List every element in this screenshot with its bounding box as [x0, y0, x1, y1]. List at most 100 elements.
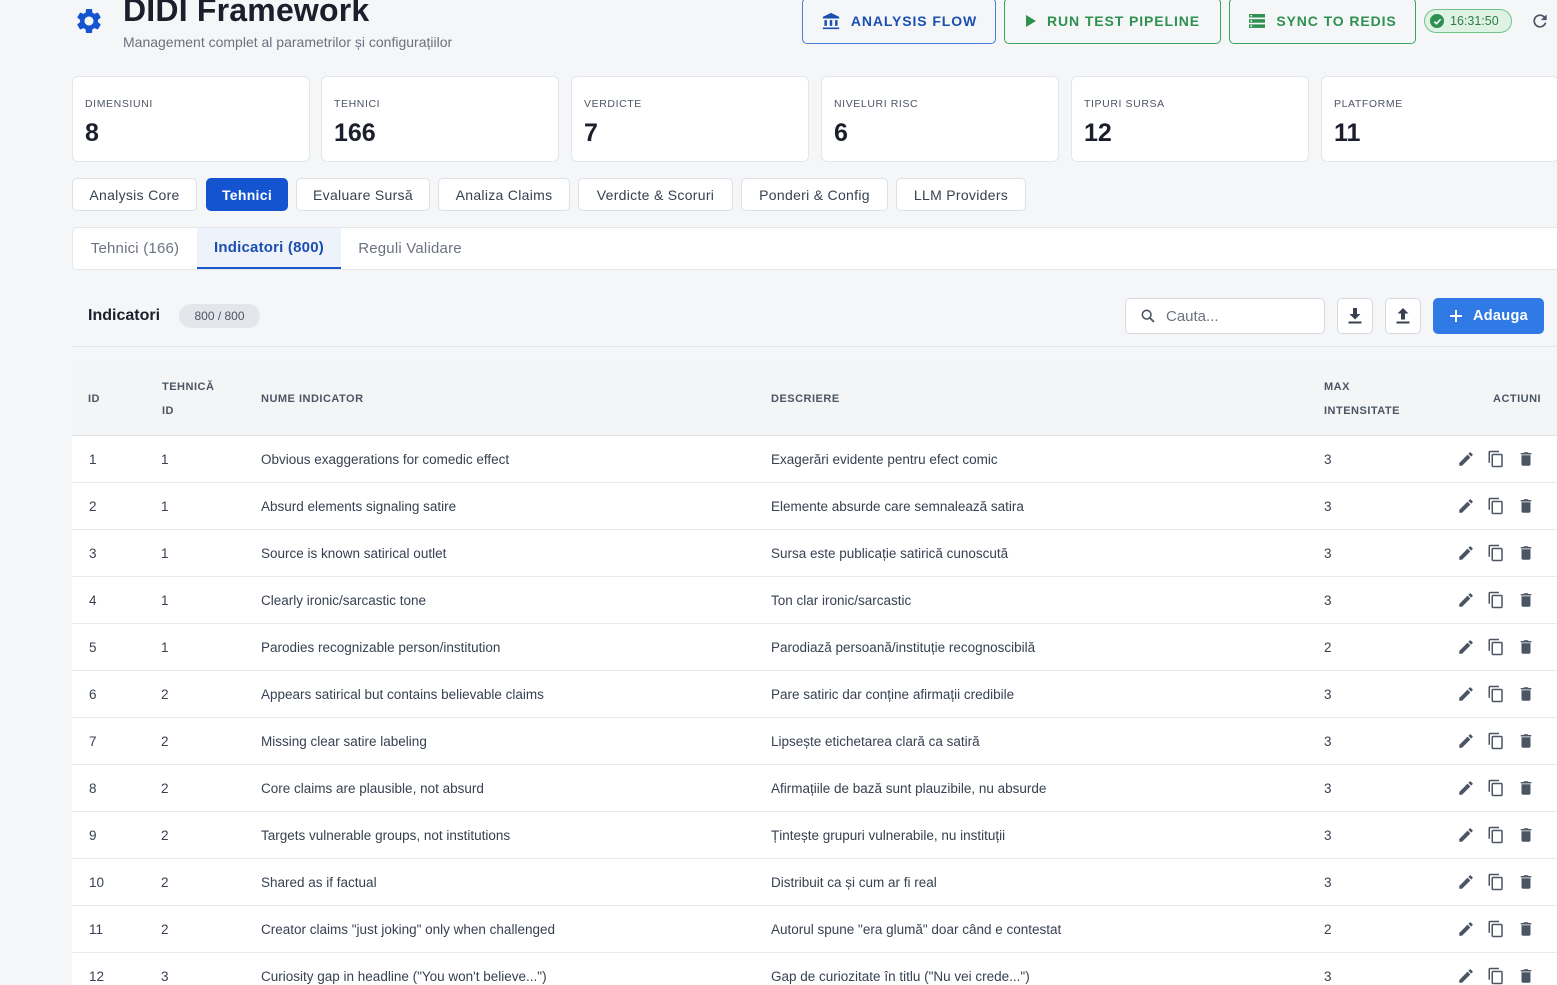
trash-icon[interactable]	[1517, 638, 1535, 656]
trash-icon[interactable]	[1517, 826, 1535, 844]
table-row[interactable]: 8 2 Core claims are plausible, not absur…	[72, 765, 1557, 812]
tab-evaluare-sursa[interactable]: Evaluare Sursă	[296, 178, 430, 211]
tab-analysis-core[interactable]: Analysis Core	[72, 178, 197, 211]
pencil-icon[interactable]	[1457, 450, 1475, 468]
cell-id: 1	[89, 452, 97, 467]
pencil-icon[interactable]	[1457, 544, 1475, 562]
copy-icon[interactable]	[1487, 497, 1505, 515]
copy-icon[interactable]	[1487, 779, 1505, 797]
pencil-icon[interactable]	[1457, 685, 1475, 703]
upload-button[interactable]	[1385, 298, 1421, 334]
table-row[interactable]: 5 1 Parodies recognizable person/institu…	[72, 624, 1557, 671]
stat-value: 166	[334, 119, 376, 147]
row-actions	[1457, 638, 1535, 656]
table-row[interactable]: 4 1 Clearly ironic/sarcastic tone Ton cl…	[72, 577, 1557, 624]
table-row[interactable]: 7 2 Missing clear satire labeling Lipseș…	[72, 718, 1557, 765]
tab-verdicte-scoruri[interactable]: Verdicte & Scoruri	[578, 178, 733, 211]
copy-icon[interactable]	[1487, 685, 1505, 703]
cell-descriere: Distribuit ca și cum ar fi real	[771, 875, 937, 890]
copy-icon[interactable]	[1487, 826, 1505, 844]
pencil-icon[interactable]	[1457, 497, 1475, 515]
cell-max-intensitate: 3	[1324, 875, 1332, 890]
stat-card-tehnici: TEHNICI 166	[321, 76, 559, 162]
stat-label: TIPURI SURSA	[1084, 98, 1165, 110]
cell-descriere: Sursa este publicație satirică cunoscută	[771, 546, 1009, 561]
copy-icon[interactable]	[1487, 591, 1505, 609]
trash-icon[interactable]	[1517, 497, 1535, 515]
copy-icon[interactable]	[1487, 544, 1505, 562]
tab-analiza-claims[interactable]: Analiza Claims	[438, 178, 570, 211]
cell-id: 5	[89, 640, 97, 655]
download-button[interactable]	[1337, 298, 1373, 334]
column-header-max-intensitate[interactable]: MAX INTENSITATE	[1324, 375, 1400, 423]
trash-icon[interactable]	[1517, 732, 1535, 750]
pencil-icon[interactable]	[1457, 732, 1475, 750]
trash-icon[interactable]	[1517, 450, 1535, 468]
column-header-id[interactable]: ID	[88, 387, 100, 411]
sync-to-redis-button[interactable]: SYNC TO REDIS	[1229, 0, 1416, 44]
table-row[interactable]: 11 2 Creator claims "just joking" only w…	[72, 906, 1557, 953]
cell-max-intensitate: 3	[1324, 734, 1332, 749]
table-header: ID TEHNICĂ ID NUME INDICATOR DESCRIERE M…	[72, 363, 1557, 436]
copy-icon[interactable]	[1487, 967, 1505, 985]
refresh-icon[interactable]	[1530, 11, 1550, 31]
copy-icon[interactable]	[1487, 638, 1505, 656]
trash-icon[interactable]	[1517, 591, 1535, 609]
run-test-pipeline-button[interactable]: RUN TEST PIPELINE	[1004, 0, 1221, 44]
pencil-icon[interactable]	[1457, 638, 1475, 656]
stat-card-dimensiuni: DIMENSIUNI 8	[72, 76, 310, 162]
row-actions	[1457, 450, 1535, 468]
trash-icon[interactable]	[1517, 873, 1535, 891]
pencil-icon[interactable]	[1457, 967, 1475, 985]
cell-nume-indicator: Curiosity gap in headline ("You won't be…	[261, 969, 547, 984]
run-test-pipeline-label: RUN TEST PIPELINE	[1047, 13, 1200, 29]
subtab-reguli-validare[interactable]: Reguli Validare	[341, 228, 479, 269]
table-row[interactable]: 1 1 Obvious exaggerations for comedic ef…	[72, 436, 1557, 483]
cell-tehnica-id: 2	[161, 687, 169, 702]
pencil-icon[interactable]	[1457, 826, 1475, 844]
cell-id: 8	[89, 781, 97, 796]
trash-icon[interactable]	[1517, 544, 1535, 562]
column-header-nume[interactable]: NUME INDICATOR	[261, 387, 364, 411]
pencil-icon[interactable]	[1457, 591, 1475, 609]
copy-icon[interactable]	[1487, 732, 1505, 750]
pencil-icon[interactable]	[1457, 920, 1475, 938]
cell-nume-indicator: Creator claims "just joking" only when c…	[261, 922, 555, 937]
search-input[interactable]	[1166, 307, 1316, 325]
stat-card-tipuri-sursa: TIPURI SURSA 12	[1071, 76, 1309, 162]
cell-descriere: Autorul spune "era glumă" doar când e co…	[771, 922, 1062, 937]
table-row[interactable]: 10 2 Shared as if factual Distribuit ca …	[72, 859, 1557, 906]
cell-descriere: Exagerări evidente pentru efect comic	[771, 452, 998, 467]
tab-ponderi-config[interactable]: Ponderi & Config	[741, 178, 888, 211]
copy-icon[interactable]	[1487, 450, 1505, 468]
table-row[interactable]: 12 3 Curiosity gap in headline ("You won…	[72, 953, 1557, 985]
cell-id: 3	[89, 546, 97, 561]
cell-descriere: Gap de curiozitate în titlu ("Nu vei cre…	[771, 969, 1030, 984]
table-row[interactable]: 6 2 Appears satirical but contains belie…	[72, 671, 1557, 718]
table-row[interactable]: 9 2 Targets vulnerable groups, not insti…	[72, 812, 1557, 859]
column-header-tehnica[interactable]: TEHNICĂ ID	[162, 375, 214, 423]
analysis-flow-button[interactable]: ANALYSIS FLOW	[802, 0, 996, 44]
cell-nume-indicator: Absurd elements signaling satire	[261, 499, 457, 514]
table-row[interactable]: 3 1 Source is known satirical outlet Sur…	[72, 530, 1557, 577]
pencil-icon[interactable]	[1457, 873, 1475, 891]
pencil-icon[interactable]	[1457, 779, 1475, 797]
column-header-descriere[interactable]: DESCRIERE	[771, 387, 840, 411]
tab-tehnici[interactable]: Tehnici	[206, 178, 288, 211]
copy-icon[interactable]	[1487, 920, 1505, 938]
stat-label: DIMENSIUNI	[85, 98, 153, 110]
trash-icon[interactable]	[1517, 685, 1535, 703]
tab-llm-providers[interactable]: LLM Providers	[896, 178, 1026, 211]
cell-id: 11	[89, 922, 104, 937]
cell-nume-indicator: Shared as if factual	[261, 875, 377, 890]
trash-icon[interactable]	[1517, 779, 1535, 797]
subtab-indicatori[interactable]: Indicatori (800)	[197, 228, 341, 269]
stat-value: 12	[1084, 119, 1112, 147]
copy-icon[interactable]	[1487, 873, 1505, 891]
table-row[interactable]: 2 1 Absurd elements signaling satire Ele…	[72, 483, 1557, 530]
subtab-tehnici[interactable]: Tehnici (166)	[73, 228, 197, 269]
trash-icon[interactable]	[1517, 967, 1535, 985]
section-title: Indicatori	[88, 307, 161, 324]
add-button[interactable]: Adauga	[1433, 298, 1544, 334]
trash-icon[interactable]	[1517, 920, 1535, 938]
